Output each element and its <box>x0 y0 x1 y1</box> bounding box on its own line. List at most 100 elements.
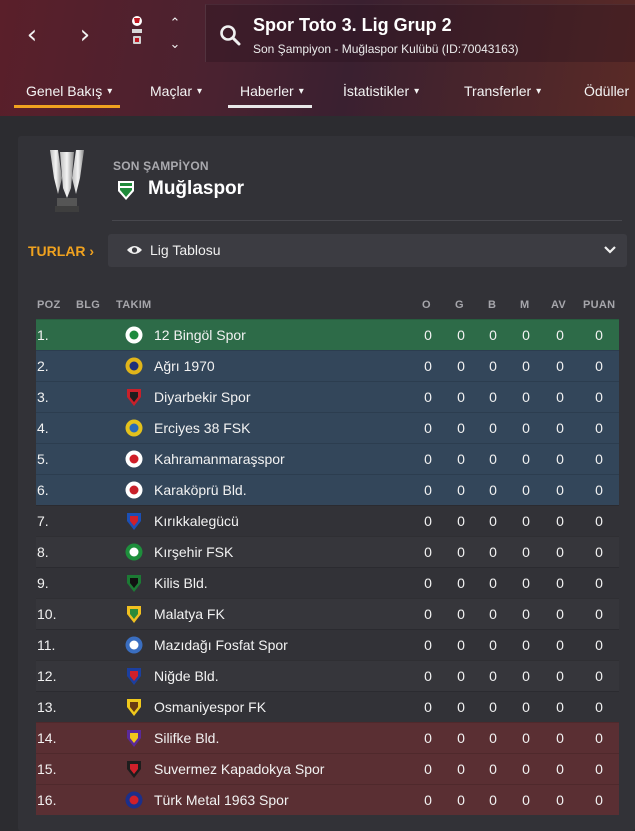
table-row[interactable]: 3. Diyarbekir Spor 0 0 0 0 0 0 <box>36 381 619 412</box>
team-name-link[interactable]: 12 Bingöl Spor <box>154 327 246 343</box>
team-name-link[interactable]: Malatya FK <box>154 606 225 622</box>
kahramanmaras-badge-icon[interactable] <box>125 450 143 468</box>
table-row[interactable]: 6. Karaköprü Bld. 0 0 0 0 0 0 <box>36 474 619 505</box>
team-name-link[interactable]: Niğde Bld. <box>154 668 219 684</box>
tab-news[interactable]: Haberler ▾ <box>228 78 312 110</box>
table-row[interactable]: 1. 12 Bingöl Spor 0 0 0 0 0 0 <box>36 319 619 350</box>
tab-stats[interactable]: İstatistikler ▾ <box>343 78 419 110</box>
cell-puan: 0 <box>595 699 603 715</box>
suvermez-badge-icon[interactable] <box>125 760 143 778</box>
tab-transfers[interactable]: Transferler ▾ <box>464 78 541 110</box>
league-panel: SON ŞAMPİYON Muğlaspor TURLAR › Lig Tabl… <box>18 136 635 831</box>
cell-g: 0 <box>457 544 465 560</box>
chevron-up-icon[interactable]: ⌃ <box>170 16 181 31</box>
tab-awards[interactable]: Ödüller <box>584 78 629 110</box>
league-logo-icon[interactable] <box>126 14 148 48</box>
rounds-button[interactable]: TURLAR › <box>28 243 94 259</box>
table-row[interactable]: 5. Kahramanmaraşspor 0 0 0 0 0 0 <box>36 443 619 474</box>
team-name-link[interactable]: Osmaniyespor FK <box>154 699 266 715</box>
table-row[interactable]: 8. Kırşehir FSK 0 0 0 0 0 0 <box>36 536 619 567</box>
champion-name-link[interactable]: Muğlaspor <box>148 178 244 200</box>
table-row[interactable]: 7. Kırıkkalegücü 0 0 0 0 0 0 <box>36 505 619 536</box>
cell-b: 0 <box>489 575 497 591</box>
row-position: 16. <box>37 792 57 808</box>
team-name-link[interactable]: Kahramanmaraşspor <box>154 451 285 467</box>
table-header: POZ BLG TAKIM O G B M AV PUAN <box>36 291 619 319</box>
cell-av: 0 <box>556 761 564 777</box>
table-row[interactable]: 10. Malatya FK 0 0 0 0 0 0 <box>36 598 619 629</box>
kilis-badge-icon[interactable] <box>125 574 143 592</box>
cell-m: 0 <box>522 730 530 746</box>
cell-o: 0 <box>424 761 432 777</box>
col-header-b[interactable]: B <box>488 299 496 311</box>
team-name-link[interactable]: Ağrı 1970 <box>154 358 215 374</box>
table-row[interactable]: 12. Niğde Bld. 0 0 0 0 0 0 <box>36 660 619 691</box>
bingol-badge-icon[interactable] <box>125 326 143 344</box>
view-select-dropdown[interactable]: Lig Tablosu <box>108 234 627 267</box>
champion-label: SON ŞAMPİYON <box>113 159 209 173</box>
chevron-down-icon[interactable]: ⌄ <box>170 37 181 52</box>
cell-puan: 0 <box>595 730 603 746</box>
silifke-badge-icon[interactable] <box>125 729 143 747</box>
team-name-link[interactable]: Kilis Bld. <box>154 575 208 591</box>
table-row[interactable]: 15. Suvermez Kapadokya Spor 0 0 0 0 0 0 <box>36 753 619 784</box>
mazidagi-badge-icon[interactable] <box>125 636 143 654</box>
muglaspor-badge-icon[interactable] <box>117 180 135 200</box>
search-icon[interactable] <box>219 24 241 46</box>
malatya-badge-icon[interactable] <box>125 605 143 623</box>
team-name-link[interactable]: Türk Metal 1963 Spor <box>154 792 289 808</box>
cell-puan: 0 <box>595 327 603 343</box>
cell-o: 0 <box>424 389 432 405</box>
title-search-box[interactable]: Spor Toto 3. Lig Grup 2 Son Şampiyon - M… <box>205 4 635 62</box>
col-header-av[interactable]: AV <box>551 299 566 311</box>
table-row[interactable]: 16. Türk Metal 1963 Spor 0 0 0 0 0 0 <box>36 784 619 815</box>
cell-m: 0 <box>522 482 530 498</box>
chevron-down-icon: ▾ <box>107 86 113 97</box>
team-name-link[interactable]: Kırşehir FSK <box>154 544 233 560</box>
team-name-link[interactable]: Mazıdağı Fosfat Spor <box>154 637 288 653</box>
cell-g: 0 <box>457 513 465 529</box>
back-arrow-icon[interactable]: ‹ <box>17 20 47 50</box>
cell-o: 0 <box>424 482 432 498</box>
team-name-link[interactable]: Silifke Bld. <box>154 730 219 746</box>
cell-av: 0 <box>556 730 564 746</box>
col-header-team[interactable]: TAKIM <box>116 299 152 311</box>
league-switcher[interactable]: ⌃ ⌄ <box>164 16 186 52</box>
osmaniye-badge-icon[interactable] <box>125 698 143 716</box>
team-name-link[interactable]: Suvermez Kapadokya Spor <box>154 761 324 777</box>
col-header-blg[interactable]: BLG <box>76 299 100 311</box>
cell-b: 0 <box>489 668 497 684</box>
agri-badge-icon[interactable] <box>125 357 143 375</box>
forward-arrow-icon[interactable]: › <box>70 20 100 50</box>
table-row[interactable]: 4. Erciyes 38 FSK 0 0 0 0 0 0 <box>36 412 619 443</box>
tab-overview[interactable]: Genel Bakış ▾ <box>14 78 121 110</box>
chevron-down-icon[interactable] <box>603 242 617 256</box>
col-header-puan[interactable]: PUAN <box>583 299 615 311</box>
col-header-m[interactable]: M <box>520 299 529 311</box>
turkmetal-badge-icon[interactable] <box>125 791 143 809</box>
kirikkale-badge-icon[interactable] <box>125 512 143 530</box>
tab-matches[interactable]: Maçlar ▾ <box>150 78 202 110</box>
diyarbekir-badge-icon[interactable] <box>125 388 143 406</box>
col-header-g[interactable]: G <box>455 299 464 311</box>
table-row[interactable]: 9. Kilis Bld. 0 0 0 0 0 0 <box>36 567 619 598</box>
team-name-link[interactable]: Diyarbekir Spor <box>154 389 250 405</box>
tab-label: Maçlar <box>150 83 193 99</box>
erciyes-badge-icon[interactable] <box>125 419 143 437</box>
table-row[interactable]: 13. Osmaniyespor FK 0 0 0 0 0 0 <box>36 691 619 722</box>
table-row[interactable]: 2. Ağrı 1970 0 0 0 0 0 0 <box>36 350 619 381</box>
table-row[interactable]: 14. Silifke Bld. 0 0 0 0 0 0 <box>36 722 619 753</box>
col-header-o[interactable]: O <box>422 299 431 311</box>
kirsehir-badge-icon[interactable] <box>125 543 143 561</box>
team-name-link[interactable]: Erciyes 38 FSK <box>154 420 250 436</box>
table-row[interactable]: 11. Mazıdağı Fosfat Spor 0 0 0 0 0 0 <box>36 629 619 660</box>
team-name-link[interactable]: Kırıkkalegücü <box>154 513 239 529</box>
nigde-badge-icon[interactable] <box>125 667 143 685</box>
karakopru-badge-icon[interactable] <box>125 481 143 499</box>
team-name-link[interactable]: Karaköprü Bld. <box>154 482 247 498</box>
cell-av: 0 <box>556 544 564 560</box>
col-header-pos[interactable]: POZ <box>37 299 61 311</box>
cell-o: 0 <box>424 420 432 436</box>
cell-m: 0 <box>522 327 530 343</box>
cell-b: 0 <box>489 482 497 498</box>
